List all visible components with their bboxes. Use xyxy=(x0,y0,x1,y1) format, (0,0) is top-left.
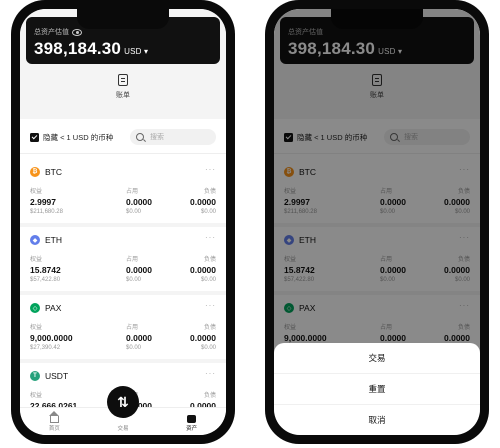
eth-coin-icon: ◆ xyxy=(30,235,40,245)
occupied-column: 占用 0.0000 $0.00 xyxy=(126,322,152,351)
liability-usd: $0.00 xyxy=(200,345,216,351)
equity-value: 2.9997 xyxy=(30,197,56,207)
equity-usd: $211,680.28 xyxy=(30,209,63,215)
occupied-usd: $0.00 xyxy=(126,345,142,351)
occupied-label: 占用 xyxy=(126,325,139,331)
tab-home-label: 首页 xyxy=(48,426,60,432)
hide-small-checkbox[interactable] xyxy=(30,132,39,142)
tab-assets[interactable]: 资产 xyxy=(172,415,212,432)
coin-card-eth[interactable]: ◆ ETH ··· 权益 15.8742 $57,422.80 占用 0.000… xyxy=(20,227,226,295)
equity-usd: $27,390.42 xyxy=(30,345,61,351)
coin-name: BTC xyxy=(45,167,62,177)
filter-row: 隐藏 < 1 USD 的币种 搜索 xyxy=(30,129,216,145)
sheet-reset-option[interactable]: 重置 xyxy=(274,373,480,404)
more-icon[interactable]: ··· xyxy=(205,301,216,310)
bill-icon xyxy=(118,74,128,86)
liability-usd: $0.00 xyxy=(200,277,216,283)
occupied-value: 0.0000 xyxy=(126,333,152,343)
coin-header: ₿ BTC xyxy=(30,167,62,177)
phone-frame-right: 总资产估值 398,184.30 USD ▾ 账单 隐藏 < 1 USD 的币种 … xyxy=(265,0,489,444)
bill-label: 账单 xyxy=(116,92,130,99)
currency-selector[interactable]: USD ▾ xyxy=(124,47,148,56)
occupied-label: 占用 xyxy=(126,257,139,263)
liability-label: 负债 xyxy=(203,257,216,263)
equity-label: 权益 xyxy=(30,393,43,399)
wallet-icon xyxy=(187,415,197,423)
more-icon[interactable]: ··· xyxy=(205,233,216,242)
occupied-usd: $0.00 xyxy=(126,277,142,283)
coin-name: USDT xyxy=(45,371,69,381)
eye-icon[interactable] xyxy=(72,28,82,36)
liability-label: 负债 xyxy=(203,393,216,399)
equity-usd: $57,422.80 xyxy=(30,277,61,283)
equity-label: 权益 xyxy=(30,189,43,195)
more-icon[interactable]: ··· xyxy=(205,165,216,174)
search-icon xyxy=(136,133,144,141)
coin-name: ETH xyxy=(45,235,62,245)
search-input[interactable]: 搜索 xyxy=(130,129,216,145)
phone-frame-left: 总资产估值 398,184.30 USD ▾ 账单 隐藏 < 1 USD 的币种 … xyxy=(11,0,235,444)
coin-header: ◇ PAX xyxy=(30,303,61,313)
occupied-usd: $0.00 xyxy=(126,209,142,215)
search-placeholder: 搜索 xyxy=(150,134,164,141)
liability-value: 0.0000 xyxy=(190,197,216,207)
btc-coin-icon: ₿ xyxy=(30,167,40,177)
sheet-cancel-option[interactable]: 取消 xyxy=(274,404,480,435)
total-assets-value: 398,184.30 USD ▾ xyxy=(34,39,220,59)
tab-home[interactable]: 首页 xyxy=(34,411,74,432)
action-sheet: 交易 重置 取消 xyxy=(274,343,480,435)
equity-value: 9,000.0000 xyxy=(30,333,73,343)
divider xyxy=(20,153,226,154)
bill-button[interactable]: 账单 xyxy=(20,74,226,100)
pax-coin-icon: ◇ xyxy=(30,303,40,313)
occupied-value: 0.0000 xyxy=(126,197,152,207)
assets-screen: 总资产估值 398,184.30 USD ▾ 账单 隐藏 < 1 USD 的币种 … xyxy=(20,9,226,435)
assets-screen-with-sheet: 总资产估值 398,184.30 USD ▾ 账单 隐藏 < 1 USD 的币种 … xyxy=(274,9,480,435)
equity-label: 权益 xyxy=(30,325,43,331)
more-icon[interactable]: ··· xyxy=(205,369,216,378)
coin-header: T USDT xyxy=(30,371,68,381)
coin-header: ◆ ETH xyxy=(30,235,62,245)
liability-usd: $0.00 xyxy=(200,209,216,215)
coin-card-pax[interactable]: ◇ PAX ··· 权益 9,000.0000 $27,390.42 占用 0.… xyxy=(20,295,226,363)
trade-fab-button[interactable]: ⇅ xyxy=(107,386,139,418)
notch xyxy=(77,9,169,29)
liability-column: 负债 0.0000 $0.00 xyxy=(190,322,216,351)
liability-column: 负债 0.0000 $0.00 xyxy=(190,186,216,215)
occupied-column: 占用 0.0000 $0.00 xyxy=(126,186,152,215)
sheet-trade-option[interactable]: 交易 xyxy=(274,343,480,373)
occupied-column: 占用 0.0000 $0.00 xyxy=(126,254,152,283)
liability-label: 负债 xyxy=(203,189,216,195)
home-icon xyxy=(48,411,59,423)
equity-column: 权益 9,000.0000 $27,390.42 xyxy=(30,322,73,351)
equity-value: 15.8742 xyxy=(30,265,61,275)
liability-value: 0.0000 xyxy=(190,265,216,275)
liability-value: 0.0000 xyxy=(190,333,216,343)
occupied-label: 占用 xyxy=(126,189,139,195)
liability-label: 负债 xyxy=(203,325,216,331)
coin-card-btc[interactable]: ₿ BTC ··· 权益 2.9997 $211,680.28 占用 0.000… xyxy=(20,159,226,227)
tab-trade-label: 交易 xyxy=(117,426,129,432)
equity-column: 权益 2.9997 $211,680.28 xyxy=(30,186,63,215)
usdt-coin-icon: T xyxy=(30,371,40,381)
occupied-value: 0.0000 xyxy=(126,265,152,275)
swap-icon: ⇅ xyxy=(117,393,129,410)
liability-column: 负债 0.0000 $0.00 xyxy=(190,254,216,283)
coin-name: PAX xyxy=(45,303,62,313)
equity-label: 权益 xyxy=(30,257,43,263)
equity-column: 权益 15.8742 $57,422.80 xyxy=(30,254,61,283)
hide-small-label: 隐藏 < 1 USD 的币种 xyxy=(43,132,114,142)
total-assets-label-text: 总资产估值 xyxy=(34,29,69,36)
tab-assets-label: 资产 xyxy=(186,426,198,432)
total-value-text: 398,184.30 xyxy=(34,39,122,58)
